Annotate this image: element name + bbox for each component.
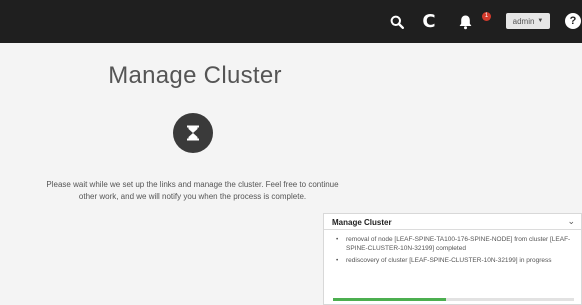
notification-badge: 1	[482, 12, 491, 21]
notification-bell-icon[interactable]	[453, 0, 477, 43]
status-list: • removal of node [LEAF-SPINE-TA100-176-…	[334, 235, 574, 268]
list-item-text: removal of node [LEAF-SPINE-TA100-176-SP…	[346, 236, 571, 252]
panel-title: Manage Cluster	[332, 218, 392, 227]
username-label: admin	[512, 16, 535, 26]
bullet-icon: •	[336, 236, 339, 243]
hourglass-icon	[173, 113, 213, 153]
progress-fill	[333, 298, 447, 301]
user-menu-button[interactable]: admin ▼	[506, 13, 550, 29]
wait-message-line: Please wait while we set up the links an…	[46, 180, 339, 189]
page-title: Manage Cluster	[108, 62, 282, 89]
top-navigation-bar: C 1 admin ▼ ?	[0, 0, 582, 43]
search-icon[interactable]	[386, 0, 408, 43]
list-item: • rediscovery of cluster [LEAF-SPINE-CLU…	[334, 256, 574, 265]
notification-panel: Manage Cluster ⌄ • removal of node [LEAF…	[323, 213, 582, 305]
list-item-text: rediscovery of cluster [LEAF-SPINE-CLUST…	[346, 257, 552, 264]
refresh-icon[interactable]: C	[418, 0, 440, 43]
bullet-icon: •	[336, 257, 339, 264]
progress-bar	[333, 298, 574, 301]
list-item: • removal of node [LEAF-SPINE-TA100-176-…	[334, 235, 574, 253]
collapse-icon[interactable]: ⌄	[567, 216, 575, 227]
panel-divider	[324, 229, 581, 230]
wait-message: Please wait while we set up the links an…	[20, 179, 365, 203]
chevron-down-icon: ▼	[537, 18, 544, 24]
help-icon[interactable]: ?	[565, 13, 581, 29]
wait-message-line: other work, and we will notify you when …	[78, 192, 307, 201]
